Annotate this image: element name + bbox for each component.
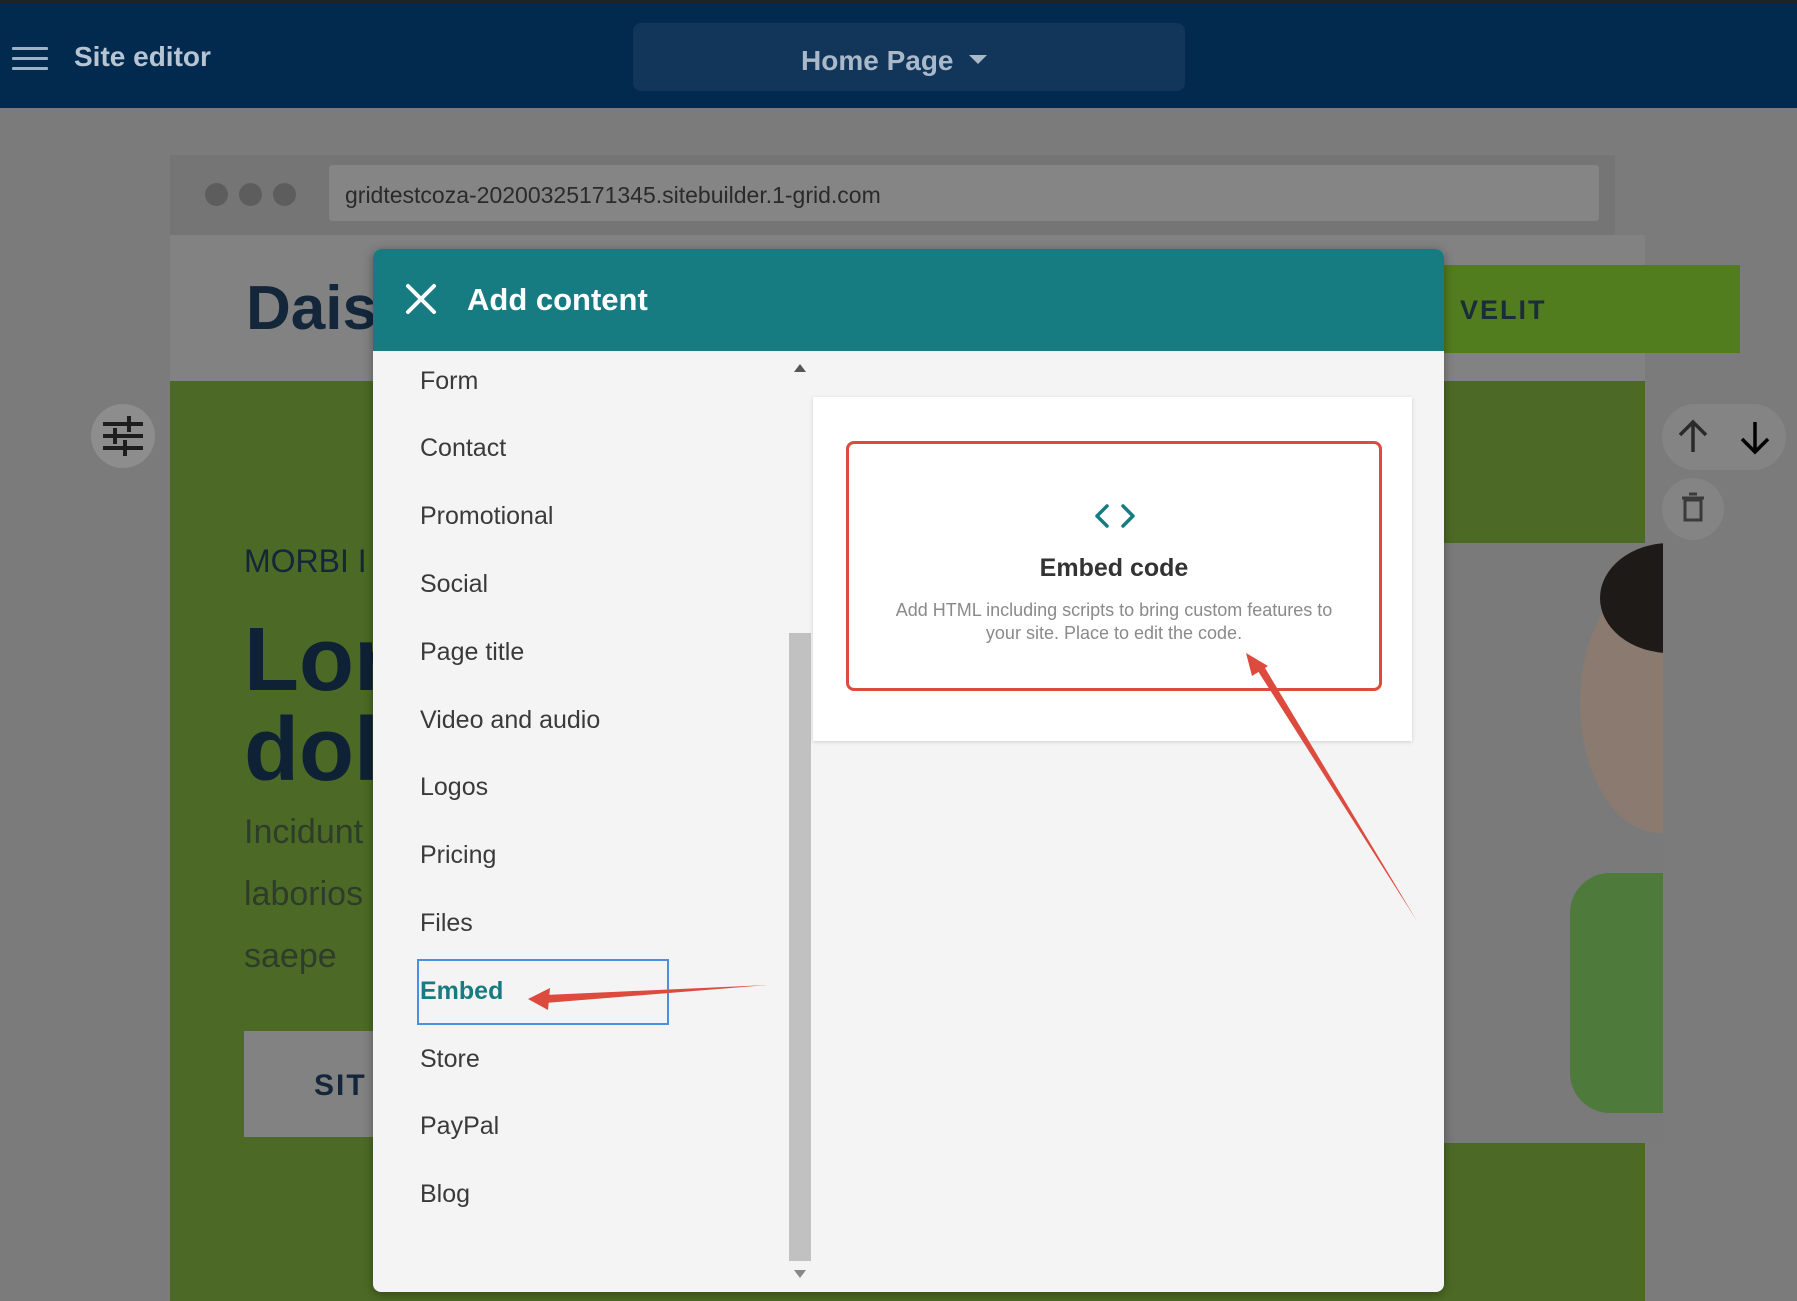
window-dot-icon xyxy=(205,183,228,206)
dialog-header: Add content xyxy=(373,249,1444,351)
add-content-dialog: Add content Form Contact Promotional Soc… xyxy=(373,249,1444,1292)
category-paypal[interactable]: PayPal xyxy=(420,1104,499,1148)
preview-header-button-label: VELIT xyxy=(1460,295,1547,325)
app-title: Site editor xyxy=(74,41,211,72)
code-brackets-icon xyxy=(1095,504,1135,528)
category-video-audio[interactable]: Video and audio xyxy=(420,698,600,742)
close-icon xyxy=(406,284,436,314)
preview-hero-title-line: dol xyxy=(244,700,379,800)
category-page-title[interactable]: Page title xyxy=(420,630,524,674)
menu-icon[interactable] xyxy=(12,47,48,71)
move-down-button[interactable] xyxy=(1724,404,1786,470)
content-options-panel: Embed code Add HTML including scripts to… xyxy=(813,397,1412,741)
scrollbar-thumb[interactable] xyxy=(789,633,811,1261)
arrow-up-icon xyxy=(1678,419,1708,452)
preview-browser-chrome: gridtestcoza-20200325171345.sitebuilder.… xyxy=(170,155,1615,235)
category-pricing[interactable]: Pricing xyxy=(420,833,496,877)
category-embed[interactable]: Embed xyxy=(420,969,503,1013)
close-button[interactable] xyxy=(403,281,439,317)
window-dot-icon xyxy=(239,183,262,206)
section-settings-button[interactable] xyxy=(91,404,155,468)
embed-code-card[interactable]: Embed code Add HTML including scripts to… xyxy=(846,441,1382,691)
category-blog[interactable]: Blog xyxy=(420,1172,470,1216)
page-selector[interactable]: Home Page xyxy=(633,23,1185,91)
dialog-title: Add content xyxy=(467,282,648,317)
sliders-icon xyxy=(103,416,143,456)
section-move-controls xyxy=(1662,404,1786,470)
top-bar: Site editor Home Page xyxy=(0,0,1797,108)
preview-hero-body-line: saepe xyxy=(244,937,337,975)
chevron-down-icon xyxy=(969,55,987,64)
preview-url-bar: gridtestcoza-20200325171345.sitebuilder.… xyxy=(329,165,1599,221)
category-logos[interactable]: Logos xyxy=(420,765,488,809)
scroll-up-arrow-icon[interactable] xyxy=(794,364,806,372)
category-form[interactable]: Form xyxy=(420,359,478,403)
preview-hero-body-line: laborios xyxy=(244,875,364,913)
category-contact[interactable]: Contact xyxy=(420,426,506,470)
page-selector-label: Home Page xyxy=(801,45,954,76)
window-dot-icon xyxy=(273,183,296,206)
preview-hero-body-line: Incidunt xyxy=(244,813,364,851)
delete-section-button[interactable] xyxy=(1662,478,1724,540)
preview-hero-title: Lor dol xyxy=(244,615,389,795)
trash-icon xyxy=(1682,492,1704,522)
embed-card-description: Add HTML including scripts to bring cust… xyxy=(895,600,1333,643)
arrow-down-icon xyxy=(1740,422,1770,455)
category-files[interactable]: Files xyxy=(420,901,473,945)
category-promotional[interactable]: Promotional xyxy=(420,494,553,538)
preview-hero-body: Incidunt laborios saepe xyxy=(244,801,363,987)
preview-logo: Dais xyxy=(246,274,377,343)
preview-header-button: VELIT xyxy=(1440,265,1740,353)
category-social[interactable]: Social xyxy=(420,562,488,606)
category-store[interactable]: Store xyxy=(420,1037,480,1081)
preview-hero-button-label: SIT xyxy=(314,1069,367,1102)
scroll-down-arrow-icon[interactable] xyxy=(794,1270,806,1278)
category-scrollbar[interactable] xyxy=(787,351,813,1292)
preview-hero-title-line: Lor xyxy=(244,610,389,710)
preview-hero-kicker: MORBI I xyxy=(244,543,367,579)
category-list: Form Contact Promotional Social Page tit… xyxy=(373,351,787,1292)
embed-card-title: Embed code xyxy=(1039,554,1189,582)
preview-url: gridtestcoza-20200325171345.sitebuilder.… xyxy=(345,182,881,208)
move-up-button[interactable] xyxy=(1662,404,1724,470)
